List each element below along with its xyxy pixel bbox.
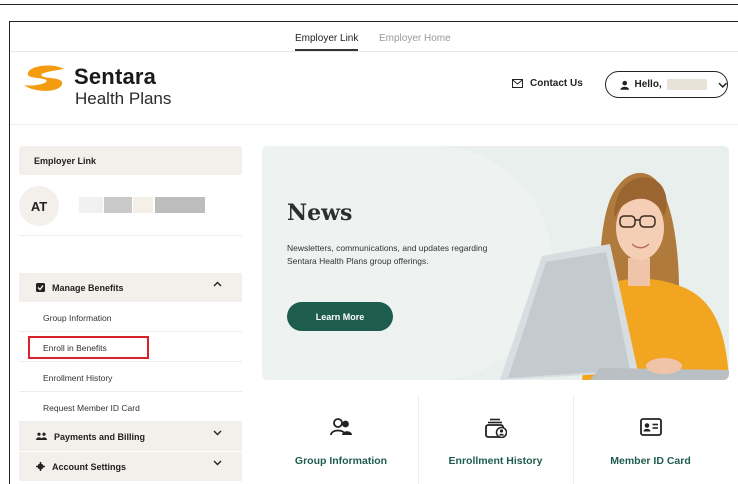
user-icon (620, 80, 630, 90)
sidebar-section-payments-billing[interactable]: Payments and Billing (19, 422, 242, 451)
redacted-name-part (104, 197, 132, 213)
news-title: News (287, 200, 353, 226)
redacted-username (666, 79, 707, 90)
users-group-icon (36, 432, 47, 440)
brand-subtitle: Health Plans (75, 89, 172, 108)
id-card-icon (639, 418, 662, 436)
manage-benefits-label: Manage Benefits (52, 282, 124, 293)
redacted-name-part (155, 197, 205, 213)
browser-frame: Employer Link Employer Home Sentara Heal… (9, 21, 738, 484)
card-group-information[interactable]: Group Information (264, 395, 418, 484)
highlight-box (28, 336, 149, 359)
avatar: AT (19, 186, 59, 226)
users-icon (330, 418, 352, 436)
news-description: Newsletters, communications, and updates… (287, 243, 488, 266)
hello-label: Hello, (634, 79, 662, 90)
card-label: Enrollment History (448, 455, 543, 467)
sidebar-title: Employer Link (19, 146, 242, 175)
card-label: Group Information (294, 455, 388, 467)
card-member-id-card[interactable]: Member ID Card (573, 395, 727, 484)
contact-us-link[interactable]: Contact Us (512, 78, 583, 89)
user-summary: AT (19, 184, 242, 236)
payments-billing-label: Payments and Billing (54, 431, 146, 442)
top-border (0, 4, 738, 5)
chevron-down-icon (717, 82, 727, 88)
wallet-user-icon (484, 418, 507, 438)
sidebar-section-manage-benefits[interactable]: Manage Benefits (19, 273, 242, 302)
news-banner: News Newsletters, communications, and up… (262, 146, 729, 380)
card-enrollment-history[interactable]: Enrollment History (418, 395, 572, 484)
gear-icon (36, 462, 45, 471)
account-settings-label: Account Settings (52, 461, 127, 472)
sidebar-item-enrollment-history[interactable]: Enrollment History (19, 363, 242, 392)
sidebar-item-request-member-id-card[interactable]: Request Member ID Card (19, 393, 242, 422)
site-header: Sentara Health Plans Contact Us Hello, (10, 53, 738, 125)
sidebar-item-group-information[interactable]: Group Information (19, 303, 242, 332)
sidebar-section-account-settings[interactable]: Account Settings (19, 452, 242, 481)
chevron-up-icon (213, 281, 222, 287)
tab-employer-home[interactable]: Employer Home (379, 33, 451, 44)
top-nav: Employer Link Employer Home (10, 22, 738, 52)
card-label: Member ID Card (610, 455, 691, 467)
chevron-down-icon (213, 430, 222, 436)
contact-us-label: Contact Us (530, 78, 583, 89)
checkbox-square-icon (36, 283, 45, 292)
redacted-name-part (133, 197, 153, 213)
mail-icon (512, 79, 523, 88)
account-menu-button[interactable]: Hello, (605, 71, 728, 98)
tab-employer-link[interactable]: Employer Link (295, 33, 359, 51)
sentara-logo-icon[interactable] (20, 65, 70, 93)
chevron-down-icon (213, 460, 222, 466)
brand-name: Sentara (74, 64, 157, 89)
redacted-name-part (79, 197, 103, 213)
learn-more-button[interactable]: Learn More (287, 302, 393, 331)
